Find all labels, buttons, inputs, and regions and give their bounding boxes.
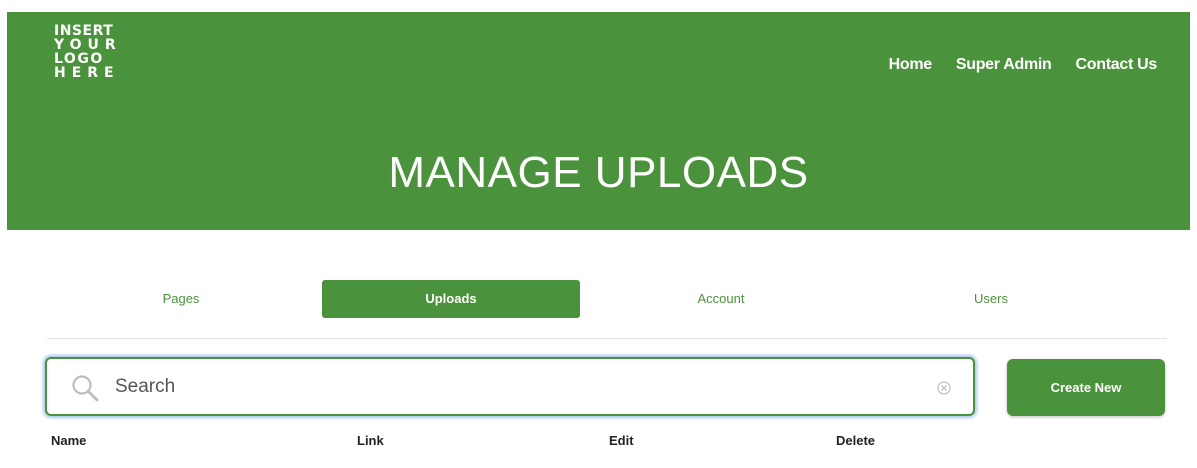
divider [47, 338, 1167, 339]
logo[interactable]: INSERT YOUR LOGO HERE [54, 24, 134, 80]
section-tabs: Pages Uploads Account Users [47, 280, 1167, 320]
search-input[interactable] [115, 369, 905, 405]
search-icon [71, 374, 99, 402]
tab-uploads[interactable]: Uploads [322, 280, 580, 318]
tab-pages[interactable]: Pages [52, 280, 310, 318]
logo-line: LOGO [54, 51, 104, 67]
nav-super-admin-link[interactable]: Super Admin [956, 56, 1052, 74]
table-header: Name Link Edit Delete [0, 433, 1197, 453]
nav-contact-us-link[interactable]: Contact Us [1076, 56, 1158, 74]
page-title: MANAGE UPLOADS [388, 148, 809, 197]
nav-home-link[interactable]: Home [889, 56, 933, 74]
tab-account[interactable]: Account [592, 280, 850, 318]
column-header-delete[interactable]: Delete [836, 433, 875, 448]
column-header-link[interactable]: Link [357, 433, 384, 448]
logo-line: HERE [54, 65, 120, 81]
tab-users[interactable]: Users [862, 280, 1120, 318]
clear-icon[interactable] [937, 381, 951, 395]
header-banner: INSERT YOUR LOGO HERE Home Super Admin C… [7, 12, 1190, 230]
search-box[interactable] [45, 357, 975, 416]
column-header-name[interactable]: Name [51, 433, 86, 448]
column-header-edit[interactable]: Edit [609, 433, 634, 448]
top-nav: Home Super Admin Contact Us [889, 56, 1158, 74]
create-new-button[interactable]: Create New [1007, 359, 1165, 416]
logo-line: INSERT [54, 23, 114, 39]
logo-line: YOUR [54, 37, 122, 53]
